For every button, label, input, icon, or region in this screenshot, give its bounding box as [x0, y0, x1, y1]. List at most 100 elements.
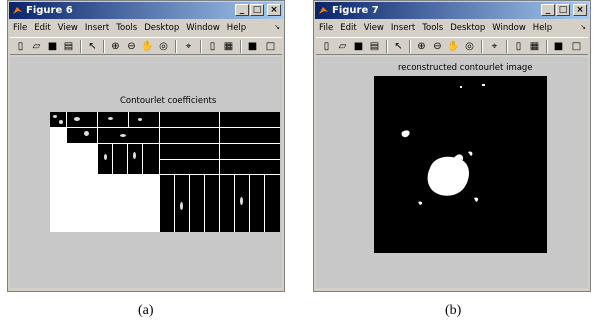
data-cursor-icon[interactable]: ⌖	[182, 40, 195, 53]
bright-speck	[460, 86, 462, 88]
coefficient-speck	[74, 117, 80, 121]
minimize-button[interactable]: _	[235, 4, 249, 16]
coefficient-speck	[240, 197, 243, 205]
coefficient-speck	[59, 120, 63, 124]
menu-file[interactable]: File	[10, 21, 31, 35]
reconstructed-image	[374, 76, 547, 253]
toolbar-separator	[175, 40, 177, 53]
pan-icon[interactable]: ✋	[141, 40, 154, 53]
new-icon[interactable]: ▯	[320, 40, 333, 53]
coefficient-image	[50, 112, 280, 232]
menu-window[interactable]: Window	[183, 21, 224, 35]
title-bar[interactable]: Figure 7 _ □ ×	[315, 2, 589, 19]
coefficient-speck	[104, 154, 107, 160]
print-icon[interactable]: ▤	[62, 40, 75, 53]
menu-insert[interactable]: Insert	[388, 21, 419, 35]
close-button[interactable]: ×	[573, 4, 587, 16]
rotate-icon[interactable]: ◎	[463, 40, 476, 53]
save-icon[interactable]: ■	[352, 40, 365, 53]
menu-window[interactable]: Window	[489, 21, 530, 35]
open-icon[interactable]: ▱	[30, 40, 43, 53]
figure-7-window: Figure 7 _ □ × File Edit View Insert Too…	[313, 0, 591, 292]
legend-icon[interactable]: ▦	[528, 40, 541, 53]
matlab-logo-icon	[319, 7, 328, 14]
toolbar-separator	[546, 40, 548, 53]
axes-title: Contourlet coefficients	[120, 96, 217, 106]
title-bar[interactable]: Figure 6 _ □ ×	[9, 2, 283, 19]
subband	[220, 112, 280, 127]
zoom-in-icon[interactable]: ⊕	[415, 40, 428, 53]
hide-plot-tools-icon[interactable]: ■	[552, 40, 565, 53]
print-icon[interactable]: ▤	[368, 40, 381, 53]
toolbar-separator	[240, 40, 242, 53]
toolbar-separator	[409, 40, 411, 53]
window-title: Figure 6	[26, 5, 73, 16]
show-plot-tools-icon[interactable]: □	[264, 40, 277, 53]
menu-desktop[interactable]: Desktop	[141, 21, 183, 35]
subband	[220, 160, 280, 174]
figure-6-window: Figure 6 _ □ × File Edit View Insert Too…	[7, 0, 285, 292]
menu-help[interactable]: Help	[224, 21, 250, 35]
lowpass-subband	[50, 112, 66, 127]
zoom-out-icon[interactable]: ⊖	[431, 40, 444, 53]
colorbar-icon[interactable]: ▯	[206, 40, 219, 53]
menu-edit[interactable]: Edit	[337, 21, 360, 35]
toolbar-separator	[506, 40, 508, 53]
coefficient-speck	[180, 202, 183, 210]
maximize-button[interactable]: □	[556, 4, 570, 16]
coefficient-speck	[120, 134, 126, 137]
menu-help[interactable]: Help	[530, 21, 556, 35]
data-cursor-icon[interactable]: ⌖	[488, 40, 501, 53]
dock-arrow-icon[interactable]: ↘	[580, 23, 586, 31]
subband	[129, 112, 159, 127]
maximize-button[interactable]: □	[250, 4, 264, 16]
menu-tools[interactable]: Tools	[419, 21, 447, 35]
subband	[98, 112, 128, 127]
toolbar-separator	[200, 40, 202, 53]
save-icon[interactable]: ■	[46, 40, 59, 53]
subband	[205, 175, 219, 232]
subband	[160, 128, 219, 143]
axes-title: reconstructed contourlet image	[398, 63, 533, 73]
show-plot-tools-icon[interactable]: □	[570, 40, 583, 53]
zoom-in-icon[interactable]: ⊕	[109, 40, 122, 53]
figure-toolbar: ▯ ▱ ■ ▤ ↖ ⊕ ⊖ ✋ ◎ ⌖ ▯ ▦ ■ □	[316, 37, 588, 55]
subband	[265, 175, 280, 232]
figure-canvas[interactable]: reconstructed contourlet image	[316, 57, 588, 288]
menu-edit[interactable]: Edit	[31, 21, 54, 35]
coefficient-speck	[108, 117, 113, 120]
zoom-out-icon[interactable]: ⊖	[125, 40, 138, 53]
subband	[67, 112, 97, 127]
toolbar-separator	[386, 40, 388, 53]
rotate-icon[interactable]: ◎	[157, 40, 170, 53]
pointer-icon[interactable]: ↖	[86, 40, 99, 53]
menu-tools[interactable]: Tools	[113, 21, 141, 35]
minimize-button[interactable]: _	[541, 4, 555, 16]
new-icon[interactable]: ▯	[14, 40, 27, 53]
figure-toolbar: ▯ ▱ ■ ▤ ↖ ⊕ ⊖ ✋ ◎ ⌖ ▯ ▦ ■ □	[10, 37, 282, 55]
subband	[190, 175, 204, 232]
menu-insert[interactable]: Insert	[82, 21, 113, 35]
figure-canvas[interactable]: Contourlet coefficients	[10, 57, 282, 288]
colorbar-icon[interactable]: ▯	[512, 40, 525, 53]
pointer-icon[interactable]: ↖	[392, 40, 405, 53]
menu-desktop[interactable]: Desktop	[447, 21, 489, 35]
subband	[220, 144, 280, 159]
subband	[98, 128, 159, 143]
dock-arrow-icon[interactable]: ↘	[274, 23, 280, 31]
menu-file[interactable]: File	[316, 21, 337, 35]
menu-view[interactable]: View	[55, 21, 82, 35]
open-icon[interactable]: ▱	[336, 40, 349, 53]
coefficient-speck	[133, 152, 136, 159]
toolbar-separator	[80, 40, 82, 53]
pan-icon[interactable]: ✋	[447, 40, 460, 53]
subband	[67, 128, 97, 143]
coefficient-speck	[138, 118, 142, 121]
close-button[interactable]: ×	[267, 4, 281, 16]
hide-plot-tools-icon[interactable]: ■	[246, 40, 259, 53]
legend-icon[interactable]: ▦	[222, 40, 235, 53]
toolbar-separator	[481, 40, 483, 53]
menu-view[interactable]: View	[361, 21, 388, 35]
subband	[113, 144, 127, 174]
toolbar-separator	[103, 40, 105, 53]
